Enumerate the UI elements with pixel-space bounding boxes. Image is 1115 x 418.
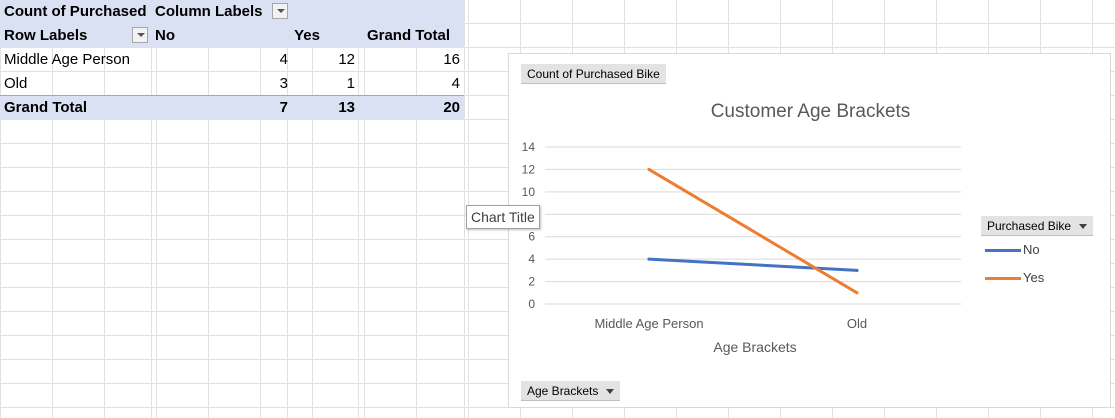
legend-entry-no[interactable]: No [985,242,1040,257]
col-header-grand-total: Grand Total [366,27,450,44]
y-tick-label: 0 [528,297,535,311]
values-field-label: Count of Purchased [4,3,147,20]
data-point-no [647,257,651,261]
grand-total-no: 7 [279,99,288,116]
series-line-yes[interactable] [647,167,859,295]
grand-total-yes: 13 [338,99,355,116]
cell-no: 4 [279,51,288,68]
pivot-row: Old 3 1 4 [0,72,464,96]
axis-field-label: Age Brackets [527,384,599,398]
series-line-no[interactable] [647,257,859,272]
cell-grand-total: 4 [451,75,460,92]
pivot-grand-total-row: Grand Total 7 13 20 [0,95,464,119]
pivot-header-row-2: Row Labels No Yes Grand Total [0,24,464,48]
row-label: Old [4,75,28,92]
grand-total-total: 20 [443,99,460,116]
y-tick-label: 4 [528,252,535,266]
y-tick-label: 2 [528,275,535,289]
pivot-row: Middle Age Person 4 12 16 [0,48,464,72]
column-labels-filter-dropdown[interactable] [272,3,288,19]
cell-yes: 1 [346,75,355,92]
legend-label-yes: Yes [1023,270,1045,285]
column-divider [464,0,465,418]
data-point-yes [647,167,651,171]
pivot-header-row-1: Count of Purchased Column Labels [0,0,464,24]
y-tick-label: 12 [522,162,536,176]
col-header-no: No [155,27,175,44]
x-tick-label: Middle Age Person [594,316,703,331]
legend-field-label: Purchased Bike [987,219,1072,233]
grand-total-label: Grand Total [4,99,88,116]
legend-swatch-no [985,249,1021,253]
data-point-yes [855,291,859,295]
col-header-yes: Yes [294,27,320,44]
y-tick-label: 6 [528,230,535,244]
y-tick-label: 14 [522,140,536,154]
cell-grand-total: 16 [443,51,460,68]
row-label: Middle Age Person [4,51,130,68]
legend-field-button[interactable]: Purchased Bike [981,216,1094,236]
pivot-chart[interactable]: Count of Purchased Bike Customer Age Bra… [508,53,1111,408]
chevron-down-icon [606,389,615,395]
cell-yes: 12 [338,51,355,68]
row-labels-header: Row Labels [4,27,88,44]
chevron-down-icon [1079,224,1088,230]
y-tick-label: 10 [522,185,536,199]
axis-field-button[interactable]: Age Brackets [521,381,621,401]
x-axis-title[interactable]: Age Brackets [509,339,1001,355]
cell-no: 3 [279,75,288,92]
legend-entry-yes[interactable]: Yes [985,270,1044,285]
column-labels-header: Column Labels [155,3,263,20]
data-point-no [855,268,859,272]
legend-label-no: No [1023,242,1040,257]
row-labels-filter-dropdown[interactable] [132,27,148,43]
x-tick-label: Old [847,316,867,331]
chart-title-tooltip: Chart Title [466,205,540,229]
legend-swatch-yes [985,277,1021,281]
